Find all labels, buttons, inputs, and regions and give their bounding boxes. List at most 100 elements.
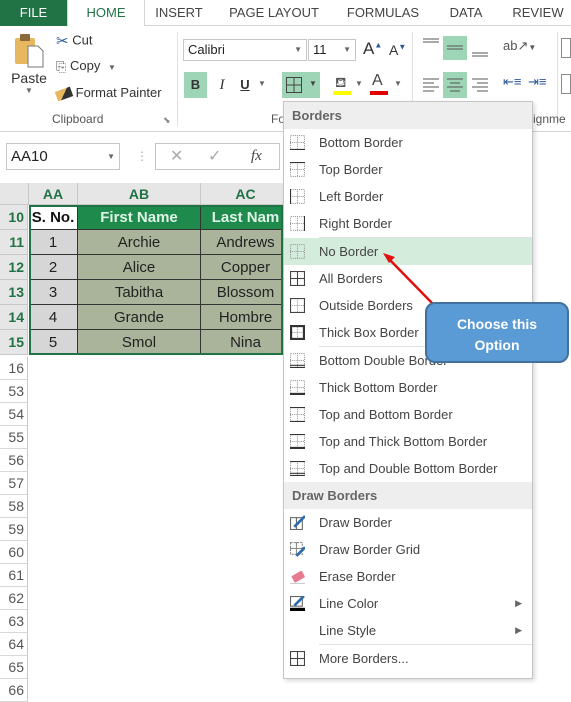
tab-page-layout[interactable]: PAGE LAYOUT <box>222 0 326 26</box>
row-header[interactable]: 53 <box>0 380 28 403</box>
menu-item-erase-border[interactable]: Erase Border <box>284 563 532 590</box>
row-header[interactable]: 60 <box>0 541 28 564</box>
align-left-button[interactable] <box>420 72 442 98</box>
cut-button[interactable]: ✂ Cut <box>56 32 92 50</box>
menu-item-line-color[interactable]: Line Color ▶ <box>284 590 532 617</box>
row-header[interactable]: 64 <box>0 633 28 656</box>
font-name-select[interactable]: Calibri ▼ <box>183 39 307 61</box>
menu-item-more-borders[interactable]: More Borders... <box>284 645 532 672</box>
row-header[interactable]: 56 <box>0 449 28 472</box>
align-center-button[interactable] <box>443 72 467 98</box>
select-all-corner[interactable] <box>0 183 29 205</box>
header-cell[interactable]: S. No. <box>29 205 78 230</box>
table-cell[interactable]: Tabitha <box>78 280 201 305</box>
cancel-icon[interactable]: ✕ <box>170 144 183 169</box>
copy-dropdown-icon[interactable]: ▼ <box>108 63 116 72</box>
bottom-align-button[interactable] <box>469 36 491 60</box>
column-header-aa[interactable]: AA <box>29 183 78 205</box>
orientation-button[interactable]: ab↗▼ <box>503 38 536 54</box>
italic-button[interactable]: I <box>212 72 232 98</box>
table-cell[interactable]: Smol <box>78 330 201 355</box>
row-header[interactable]: 59 <box>0 518 28 541</box>
row-header[interactable]: 55 <box>0 426 28 449</box>
menu-item-top-and-thick-bottom-border[interactable]: Top and Thick Bottom Border <box>284 428 532 455</box>
row-header[interactable]: 57 <box>0 472 28 495</box>
insert-function-icon[interactable]: fx <box>251 144 262 169</box>
row-header[interactable]: 58 <box>0 495 28 518</box>
row-header[interactable]: 63 <box>0 610 28 633</box>
tab-file[interactable]: FILE <box>0 0 67 26</box>
tab-insert[interactable]: INSERT <box>150 0 208 26</box>
borders-button[interactable]: ▼ <box>282 72 320 98</box>
tab-formulas[interactable]: FORMULAS <box>338 0 428 26</box>
formula-bar-grip[interactable]: ⋮ <box>136 149 148 163</box>
menu-item-top-border[interactable]: Top Border <box>284 156 532 183</box>
table-cell[interactable]: Hombre <box>201 305 291 330</box>
row-header[interactable]: 10 <box>0 205 28 230</box>
row-header[interactable]: 16 <box>0 357 28 380</box>
table-cell[interactable]: Blossom <box>201 280 291 305</box>
table-cell[interactable]: Nina <box>201 330 291 355</box>
enter-icon[interactable]: ✓ <box>208 144 221 169</box>
merge-center-button[interactable] <box>561 74 571 94</box>
row-header[interactable]: 15 <box>0 330 28 355</box>
tab-data[interactable]: DATA <box>442 0 490 26</box>
top-align-button[interactable] <box>420 36 442 60</box>
underline-dropdown-icon[interactable]: ▼ <box>258 79 266 88</box>
menu-item-top-and-double-bottom-border[interactable]: Top and Double Bottom Border <box>284 455 532 482</box>
menu-item-no-border[interactable]: No Border <box>284 238 532 265</box>
fill-color-button[interactable]: ⛾ ▼ <box>333 72 363 98</box>
font-color-button[interactable]: A ▼ <box>370 72 402 98</box>
copy-button[interactable]: ⎘ Copy ▼ <box>56 58 116 75</box>
underline-button[interactable]: U <box>237 72 253 98</box>
row-header[interactable]: 65 <box>0 656 28 679</box>
header-cell[interactable]: First Name <box>78 205 201 230</box>
column-header-ac[interactable]: AC <box>201 183 291 205</box>
table-cell[interactable]: 2 <box>29 255 78 280</box>
decrease-font-size-button[interactable]: A▼ <box>389 42 406 58</box>
menu-item-top-and-bottom-border[interactable]: Top and Bottom Border <box>284 401 532 428</box>
table-cell[interactable]: 3 <box>29 280 78 305</box>
wrap-text-button[interactable] <box>561 38 571 58</box>
middle-align-button[interactable] <box>443 36 467 60</box>
column-header-ab[interactable]: AB <box>78 183 201 205</box>
increase-font-size-button[interactable]: A▲ <box>363 39 382 59</box>
align-right-button[interactable] <box>469 72 491 98</box>
row-header[interactable]: 13 <box>0 280 28 305</box>
table-cell[interactable]: Copper <box>201 255 291 280</box>
table-cell[interactable]: Archie <box>78 230 201 255</box>
dialog-launcher-icon[interactable]: ⬊ <box>163 115 171 126</box>
menu-item-thick-bottom-border[interactable]: Thick Bottom Border <box>284 374 532 401</box>
menu-item-draw-border-grid[interactable]: Draw Border Grid <box>284 536 532 563</box>
table-cell[interactable]: Grande <box>78 305 201 330</box>
row-header[interactable]: 12 <box>0 255 28 280</box>
row-header[interactable]: 54 <box>0 403 28 426</box>
menu-item-right-border[interactable]: Right Border <box>284 210 532 237</box>
increase-indent-button[interactable]: ⇥≡ <box>528 74 546 90</box>
menu-item-line-style[interactable]: Line Style ▶ <box>284 617 532 644</box>
row-header[interactable]: 66 <box>0 679 28 702</box>
paste-dropdown-icon[interactable]: ▼ <box>8 86 50 95</box>
decrease-indent-button[interactable]: ⇤≡ <box>503 74 521 90</box>
menu-item-bottom-border[interactable]: Bottom Border <box>284 129 532 156</box>
table-cell[interactable]: 4 <box>29 305 78 330</box>
row-header[interactable]: 62 <box>0 587 28 610</box>
tab-home[interactable]: HOME <box>67 0 145 27</box>
menu-item-draw-border[interactable]: Draw Border <box>284 509 532 536</box>
table-cell[interactable]: Andrews <box>201 230 291 255</box>
header-cell[interactable]: Last Nam <box>201 205 291 230</box>
table-cell[interactable]: 1 <box>29 230 78 255</box>
bold-button[interactable]: B <box>184 72 207 98</box>
paste-button[interactable]: Paste ▼ <box>8 30 50 108</box>
row-header[interactable]: 61 <box>0 564 28 587</box>
table-cell[interactable]: 5 <box>29 330 78 355</box>
tab-review[interactable]: REVIEW <box>505 0 571 26</box>
row-header[interactable]: 11 <box>0 230 28 255</box>
format-painter-button[interactable]: Format Painter <box>54 85 162 101</box>
menu-item-all-borders[interactable]: All Borders <box>284 265 532 292</box>
font-size-select[interactable]: 11 ▼ <box>308 39 356 61</box>
menu-item-left-border[interactable]: Left Border <box>284 183 532 210</box>
name-box[interactable]: AA10 ▼ <box>6 143 120 170</box>
row-header[interactable]: 14 <box>0 305 28 330</box>
table-cell[interactable]: Alice <box>78 255 201 280</box>
